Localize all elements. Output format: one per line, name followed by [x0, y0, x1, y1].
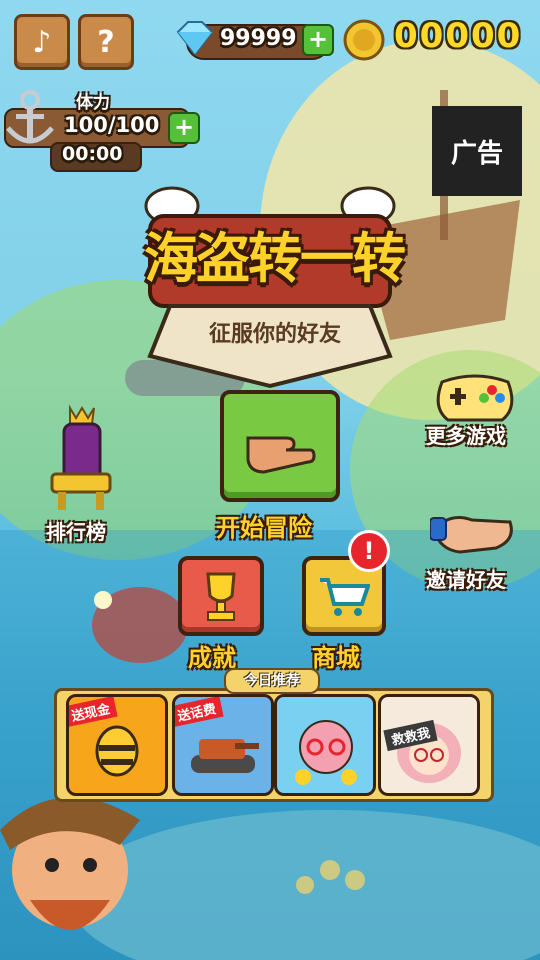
bee-icon — [95, 725, 139, 777]
handshake-icon[interactable] — [430, 500, 516, 566]
pig-character-icon — [295, 720, 357, 785]
gem-amount: 99999 — [220, 26, 297, 51]
add-gems-button[interactable]: + — [302, 24, 334, 56]
add-stamina-button[interactable]: + — [168, 112, 200, 144]
gamepad-icon[interactable] — [432, 368, 518, 426]
game-title: 海盗转一转 — [144, 227, 406, 290]
anglerfish-lure — [94, 591, 112, 609]
shop-label[interactable]: 商城 — [312, 638, 360, 673]
pirate-eye — [83, 858, 97, 872]
coin-amount: 00000 — [394, 16, 523, 56]
leaderboard-label[interactable]: 排行榜 — [46, 516, 106, 545]
pointing-hand-icon — [246, 436, 316, 474]
stamina-timer: 00:00 — [62, 143, 123, 165]
achievements-button[interactable] — [178, 556, 264, 636]
achievements-label[interactable]: 成就 — [188, 638, 236, 673]
help-button[interactable]: ? — [78, 14, 134, 70]
shop-alert-badge: ! — [348, 530, 390, 572]
recommend-tag: 送话费 — [175, 697, 224, 728]
trophy-icon — [206, 572, 236, 621]
pirate-eye — [45, 858, 59, 872]
start-button[interactable] — [220, 390, 340, 502]
tank-icon — [191, 739, 259, 773]
ad-banner[interactable]: 广告 — [432, 106, 522, 196]
start-label[interactable]: 开始冒险 — [216, 508, 312, 543]
shopping-cart-icon — [320, 578, 370, 616]
more-games-label[interactable]: 更多游戏 — [426, 420, 506, 449]
recommend-item[interactable]: 送话费 — [172, 694, 274, 796]
question-mark-icon: ? — [97, 24, 115, 60]
coin-pile — [345, 870, 365, 890]
diamond-icon — [176, 21, 214, 56]
throne-icon[interactable] — [46, 404, 116, 512]
coin-pile — [320, 860, 340, 880]
stamina-label: 体力 — [76, 93, 110, 113]
recommend-item[interactable]: 救救我 — [378, 694, 480, 796]
game-subtitle: 征服你的好友 — [208, 322, 341, 347]
gold-coin-icon — [343, 19, 385, 61]
coin-pile — [296, 876, 314, 894]
music-button[interactable]: ♪ — [14, 14, 70, 70]
invite-label[interactable]: 邀请好友 — [426, 564, 506, 593]
game-screen: ♪ ? 99999 + 00000 体力 100/100 + 00:00 广告 … — [0, 0, 540, 960]
stamina-value: 100/100 — [64, 113, 160, 137]
recommend-item[interactable]: 送现金 — [66, 694, 168, 796]
recommend-title: 今日推荐 — [224, 668, 320, 694]
recommend-item[interactable] — [274, 694, 376, 796]
music-note-icon: ♪ — [32, 24, 52, 60]
